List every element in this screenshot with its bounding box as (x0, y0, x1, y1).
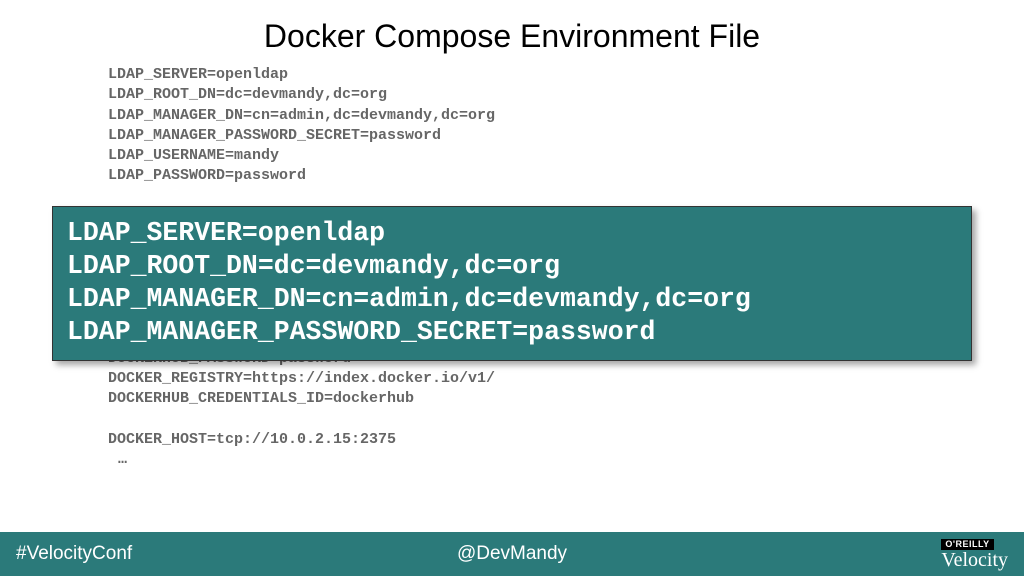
code-line: DOCKERHUB_CREDENTIALS_ID=dockerhub (108, 390, 414, 407)
highlight-line: LDAP_MANAGER_DN=cn=admin,dc=devmandy,dc=… (67, 284, 751, 314)
code-line: LDAP_MANAGER_PASSWORD_SECRET=password (108, 127, 441, 144)
highlight-line: LDAP_SERVER=openldap (67, 218, 385, 248)
footer-brand: O'REILLY Velocity (941, 539, 1008, 570)
code-line: DOCKER_REGISTRY=https://index.docker.io/… (108, 370, 495, 387)
highlight-line: LDAP_ROOT_DN=dc=devmandy,dc=org (67, 251, 560, 281)
footer-handle: @DevMandy (0, 543, 1024, 565)
highlight-callout: LDAP_SERVER=openldap LDAP_ROOT_DN=dc=dev… (52, 206, 972, 361)
code-line: LDAP_PASSWORD=password (108, 167, 306, 184)
code-ellipsis: … (108, 451, 127, 468)
code-line: DOCKER_HOST=tcp://10.0.2.15:2375 (108, 431, 396, 448)
highlight-line: LDAP_MANAGER_PASSWORD_SECRET=password (67, 317, 655, 347)
code-line: LDAP_ROOT_DN=dc=devmandy,dc=org (108, 86, 387, 103)
brand-velocity: Velocity (941, 550, 1008, 570)
brand-oreilly: O'REILLY (941, 539, 993, 550)
footer-hashtag: #VelocityConf (16, 543, 132, 565)
slide-title: Docker Compose Environment File (0, 0, 1024, 65)
slide: Docker Compose Environment File LDAP_SER… (0, 0, 1024, 576)
code-line: LDAP_MANAGER_DN=cn=admin,dc=devmandy,dc=… (108, 107, 495, 124)
code-line: LDAP_USERNAME=mandy (108, 147, 279, 164)
code-line: LDAP_SERVER=openldap (108, 66, 288, 83)
footer-bar: #VelocityConf @DevMandy O'REILLY Velocit… (0, 532, 1024, 576)
highlight-code: LDAP_SERVER=openldap LDAP_ROOT_DN=dc=dev… (67, 217, 957, 350)
